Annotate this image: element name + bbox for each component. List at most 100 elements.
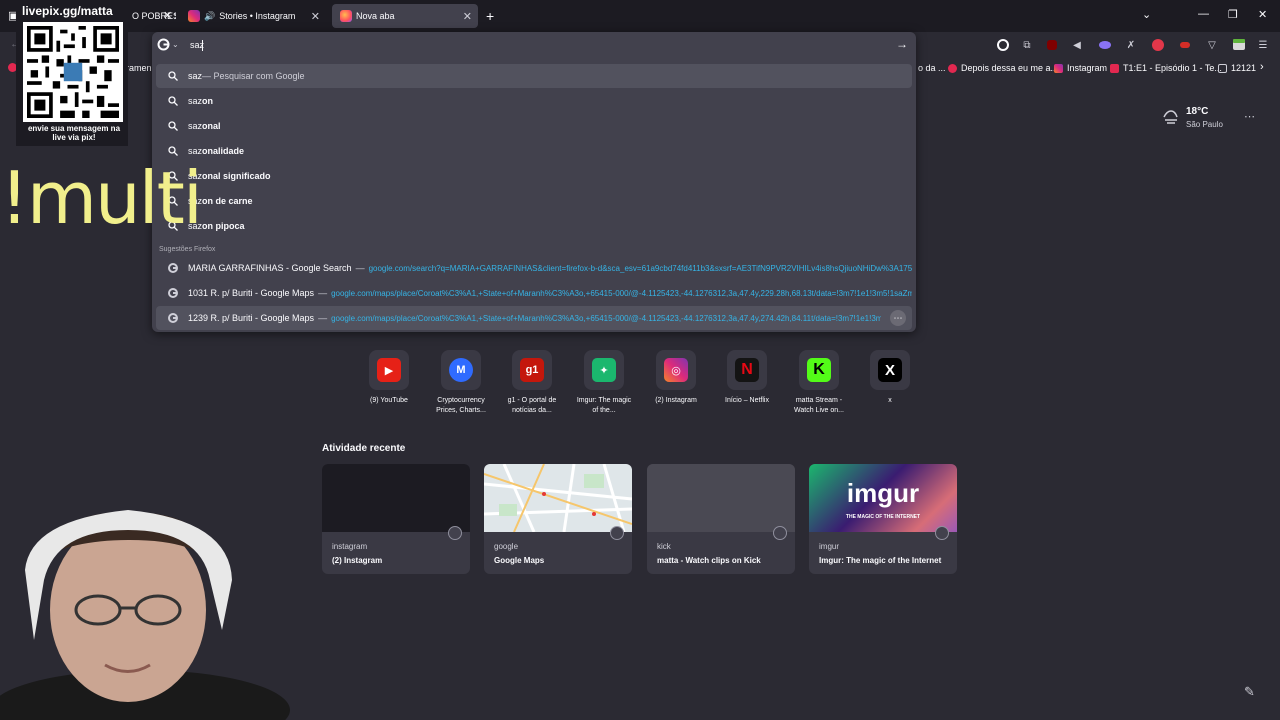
card-source: kick [657, 542, 671, 551]
bookmark-label: Depois dessa eu me a... [961, 63, 1059, 73]
shortcut-label: (9) YouTube [370, 397, 408, 404]
edit-pencil-icon[interactable]: ✎ [1244, 684, 1255, 700]
minimize-button[interactable]: — [1198, 8, 1209, 20]
window-close-button[interactable]: ✕ [1258, 8, 1267, 21]
suggestion-item[interactable]: saz on [156, 89, 912, 113]
urlbar-results-popup: ⌄ → saz — Pesquisar com Google sazon saz… [152, 32, 916, 332]
bookmark-item[interactable]: ramen [126, 63, 152, 73]
card-thumbnail [322, 464, 470, 532]
suggestion-item[interactable]: saz onalidade [156, 139, 912, 163]
close-icon[interactable]: ✕ [173, 10, 176, 23]
webcam-feed [0, 500, 290, 720]
shortcut-tile: g1 [512, 350, 552, 390]
chevron-down-icon: ⌄ [172, 40, 179, 49]
card-source: instagram [332, 542, 368, 551]
extensions-puzzle-icon[interactable]: ⧉ [1020, 38, 1034, 52]
volume-icon[interactable]: ◀ [1070, 38, 1084, 52]
recent-card-google-maps[interactable]: google Google Maps [484, 464, 632, 574]
search-engine-button[interactable]: ⌄ [157, 38, 179, 51]
firefox-suggestions-heading: Sugestões Firefox [159, 246, 216, 253]
shortcut-youtube[interactable]: ▶ (9) YouTube [358, 350, 420, 406]
suggestion-prefix: saz [188, 146, 203, 156]
url-input[interactable] [190, 37, 890, 53]
imgur-thumbnail: imgur THE MAGIC OF THE INTERNET [809, 464, 957, 532]
bookmark-label: T1:E1 - Episódio 1 - Te... [1123, 63, 1222, 73]
search-icon [162, 121, 184, 131]
history-url: google.com/maps/place/Coroat%C3%A1,+Stat… [331, 313, 882, 323]
recent-card-instagram[interactable]: instagram (2) Instagram [322, 464, 470, 574]
shortcut-g1[interactable]: g1 g1 - O portal de notícias da... [501, 350, 563, 416]
shortcut-kick[interactable]: K matta Stream - Watch Live on... [788, 350, 850, 416]
bookmarks-overflow-icon[interactable]: › [1260, 61, 1264, 73]
restore-button[interactable]: ❐ [1228, 8, 1238, 21]
urlbar: ⌄ → [152, 32, 916, 58]
chevron-down-icon[interactable]: ⌄ [1142, 8, 1151, 21]
tab-instagram-stories[interactable]: 🔊 Stories • Instagram ✕ [180, 4, 326, 28]
recent-card-imgur[interactable]: imgur THE MAGIC OF THE INTERNET imgur Im… [809, 464, 957, 574]
weather-temperature: 18°C [1186, 106, 1209, 117]
tools-icon[interactable]: ✗ [1124, 38, 1138, 52]
recent-card-kick[interactable]: kick matta - Watch clips on Kick [647, 464, 795, 574]
ai-extension-icon[interactable] [1098, 38, 1112, 52]
go-arrow-button[interactable]: → [896, 37, 908, 51]
shortcut-imgur[interactable]: ✦ Imgur: The magic of the... [573, 350, 635, 416]
lastpass-icon[interactable] [1178, 38, 1192, 52]
bookmark-item[interactable]: Depois dessa eu me a... [948, 63, 1058, 73]
shortcut-label: matta Stream - Watch Live on... [794, 397, 844, 414]
shortcut-tile: X [870, 350, 910, 390]
separator: — [318, 313, 328, 323]
adblock-icon[interactable] [1151, 38, 1165, 52]
more-options-icon[interactable]: ⋯ [890, 310, 906, 326]
history-item[interactable]: 1031 R. p/ Buriti - Google Maps — google… [156, 281, 912, 305]
coinmarketcap-icon: M [449, 358, 473, 382]
menu-hamburger-icon[interactable]: ☰ [1256, 38, 1270, 52]
map-thumbnail [484, 464, 632, 532]
shortcut-instagram[interactable]: ◎ (2) Instagram [645, 350, 707, 406]
shortcut-tile: K [799, 350, 839, 390]
suggestion-search-google[interactable]: saz — Pesquisar com Google [156, 64, 912, 88]
history-item-selected[interactable]: 1239 R. p/ Buriti - Google Maps — google… [156, 306, 912, 330]
close-icon[interactable]: ✕ [463, 10, 472, 23]
speaker-icon[interactable]: 🔊 [204, 11, 215, 22]
suggestion-item[interactable]: saz on pipoca [156, 214, 912, 238]
new-tab-button[interactable]: + [486, 8, 494, 24]
bookmark-item[interactable]: T1:E1 - Episódio 1 - Te... [1110, 63, 1222, 73]
close-icon[interactable]: ✕ [163, 9, 172, 22]
card-thumbnail [647, 464, 795, 532]
shortcut-netflix[interactable]: N Início – Netflix [716, 350, 778, 406]
bookmark-instagram[interactable]: Instagram [1054, 63, 1107, 73]
ublock-icon[interactable] [1045, 38, 1059, 52]
filter-icon[interactable]: ▽ [1205, 38, 1219, 52]
card-source: google [494, 542, 519, 551]
google-extension-icon[interactable] [996, 38, 1010, 52]
imgur-logo: imgur [846, 478, 920, 508]
suggestion-prefix: saz [188, 96, 203, 106]
clock-icon [935, 526, 949, 540]
bookmark-item[interactable]: o da ... [918, 63, 946, 73]
suggestion-item[interactable]: saz onal [156, 114, 912, 138]
instagram-favicon-icon [188, 10, 200, 22]
shortcut-tile: ✦ [584, 350, 624, 390]
suggestion-item[interactable]: saz on de carne [156, 189, 912, 213]
suggestion-completion: onal significado [202, 171, 271, 181]
instagram-favicon-icon [1054, 63, 1063, 73]
bookmark-favicon-icon [948, 63, 957, 73]
separator: — [318, 288, 328, 298]
weather-menu-icon[interactable]: ⋯ [1244, 110, 1255, 123]
shortcut-coinmarketcap[interactable]: M Cryptocurrency Prices, Charts... [430, 350, 492, 416]
youtube-icon: ▶ [377, 358, 401, 382]
suggestion-completion: on pipoca [202, 221, 245, 231]
separator: — [355, 263, 365, 273]
tab-label: Nova aba [356, 11, 395, 21]
weather-city: São Paulo [1186, 120, 1223, 129]
bookmark-label: Instagram [1067, 63, 1108, 73]
tab-nova-aba[interactable]: Nova aba ✕ [332, 4, 478, 28]
extension-badge-icon[interactable] [1232, 38, 1246, 52]
bookmark-item[interactable]: 12121 [1218, 63, 1256, 73]
history-item[interactable]: MARIA GARRAFINHAS - Google Search — goog… [156, 256, 912, 280]
close-icon[interactable]: ✕ [311, 10, 320, 23]
shortcut-x[interactable]: X x [859, 350, 921, 406]
suggestion-item[interactable]: saz onal significado [156, 164, 912, 188]
shortcut-label: Início – Netflix [725, 397, 769, 404]
shortcut-label: Cryptocurrency Prices, Charts... [436, 397, 486, 414]
